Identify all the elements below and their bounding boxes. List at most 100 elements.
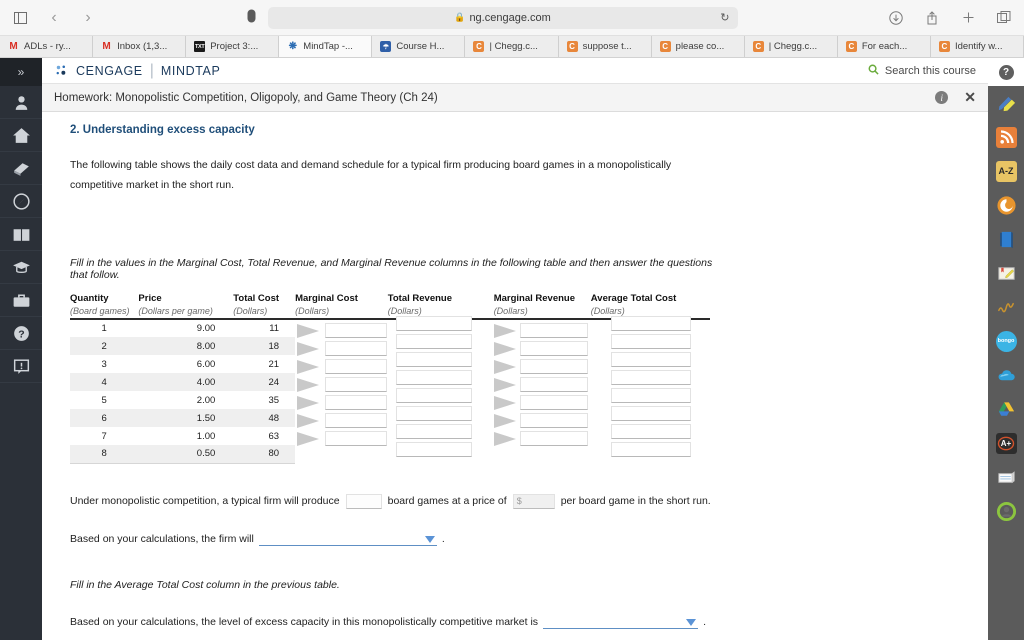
tab-label: Project 3:... <box>210 41 259 52</box>
browser-tab[interactable]: C Identify w... <box>930 36 1024 57</box>
browser-tab[interactable]: ☂ Course H... <box>372 36 466 57</box>
tool-account[interactable] <box>988 494 1024 528</box>
info-icon[interactable]: i <box>935 91 949 105</box>
marginal-cost-column <box>295 319 388 463</box>
total-revenue-input[interactable] <box>395 442 472 458</box>
sidebar-icon[interactable] <box>10 8 30 28</box>
tab-label: For each... <box>861 41 908 52</box>
help-button[interactable]: ? <box>988 58 1024 86</box>
tab-label: | Chegg.c... <box>768 41 818 52</box>
marginal-cost-input[interactable] <box>325 323 388 339</box>
browser-tab[interactable]: TXT Project 3:... <box>186 36 280 57</box>
marginal-cost-input[interactable] <box>325 359 388 375</box>
tool-aplus[interactable]: A+ <box>988 426 1024 460</box>
marginal-revenue-input[interactable] <box>519 395 588 411</box>
tool-blue-book[interactable] <box>988 222 1024 256</box>
tool-notes[interactable] <box>988 256 1024 290</box>
browser-tab[interactable]: M Inbox (1,3... <box>93 36 187 57</box>
cell-quantity: 3 <box>101 358 107 370</box>
browser-tab[interactable]: C For each... <box>837 36 931 57</box>
marginal-cost-input[interactable] <box>325 377 388 393</box>
marginal-revenue-input[interactable] <box>519 377 588 393</box>
col-title: Quantity <box>70 293 109 305</box>
cengage-brand[interactable]: CENGAGE | MINDTAP <box>54 62 220 80</box>
sidebar-item-help[interactable]: ? <box>0 317 42 350</box>
browser-tab[interactable]: C please co... <box>651 36 745 57</box>
total-revenue-input[interactable] <box>395 388 472 404</box>
sidebar-item-profile[interactable] <box>0 86 42 119</box>
average-total-cost-input[interactable] <box>610 424 691 440</box>
marginal-cost-input[interactable] <box>325 341 388 357</box>
browser-tab[interactable]: C | Chegg.c... <box>744 36 838 57</box>
forward-icon[interactable]: › <box>78 8 98 28</box>
tool-bongo[interactable]: bongo <box>988 324 1024 358</box>
average-total-cost-input[interactable] <box>610 334 691 350</box>
average-total-cost-input[interactable] <box>610 442 691 458</box>
total-revenue-input[interactable] <box>395 370 472 386</box>
tool-rss[interactable] <box>988 120 1024 154</box>
average-total-cost-input[interactable] <box>610 388 691 404</box>
mindtap-icon: ❋ <box>288 41 297 52</box>
cell-total-cost: 63 <box>268 430 280 442</box>
sentence-text: . <box>441 532 445 545</box>
search-course-button[interactable]: Search this course <box>868 64 976 78</box>
tool-flashcards[interactable] <box>988 460 1024 494</box>
tool-orange-app[interactable] <box>988 188 1024 222</box>
marginal-revenue-input[interactable] <box>519 359 588 375</box>
browser-tab-active[interactable]: ❋ MindTap -... <box>279 36 373 57</box>
tabs-overview-icon[interactable] <box>994 8 1014 28</box>
average-total-cost-input[interactable] <box>610 370 691 386</box>
marginal-cost-input[interactable] <box>325 431 388 447</box>
price-answer-input[interactable]: $ <box>512 493 555 509</box>
tool-google-drive[interactable] <box>988 392 1024 426</box>
marginal-cost-input[interactable] <box>325 395 388 411</box>
marginal-revenue-input[interactable] <box>519 413 588 429</box>
sidebar-item-career[interactable] <box>0 284 42 317</box>
back-icon[interactable]: ‹ <box>44 8 64 28</box>
average-total-cost-input[interactable] <box>610 406 691 422</box>
firm-will-dropdown[interactable] <box>258 532 437 546</box>
sidebar-item-grades[interactable] <box>0 251 42 284</box>
marginal-arrow-icon <box>493 360 516 375</box>
cell-quantity: 1 <box>101 323 107 335</box>
close-icon[interactable]: ✕ <box>964 89 976 106</box>
tool-signature[interactable] <box>988 290 1024 324</box>
reload-icon[interactable]: ↻ <box>720 11 729 24</box>
sidebar-item-feedback[interactable] <box>0 350 42 383</box>
marginal-revenue-input[interactable] <box>519 323 588 339</box>
average-total-cost-input[interactable] <box>610 316 691 332</box>
sidebar-item-explore[interactable] <box>0 185 42 218</box>
notes-pencil-icon <box>997 266 1015 280</box>
total-revenue-input[interactable] <box>395 316 472 332</box>
total-revenue-input[interactable] <box>395 406 472 422</box>
total-revenue-input[interactable] <box>395 424 472 440</box>
chevron-double-right-icon[interactable]: » <box>0 58 42 86</box>
sidebar-item-ebook[interactable] <box>0 152 42 185</box>
marginal-cost-input[interactable] <box>325 413 388 429</box>
browser-tab[interactable]: M ADLs - ry... <box>0 36 94 57</box>
marginal-arrow-icon <box>297 378 320 393</box>
browser-tab[interactable]: C suppose t... <box>558 36 652 57</box>
total-revenue-input[interactable] <box>395 352 472 368</box>
sidebar-item-readings[interactable] <box>0 218 42 251</box>
tab-bar: M ADLs - ry... M Inbox (1,3... TXT Proje… <box>0 36 1024 58</box>
sidebar-item-home[interactable] <box>0 119 42 152</box>
coursehero-icon: ☂ <box>380 41 392 52</box>
reader-view-icon[interactable] <box>247 9 256 26</box>
marginal-revenue-input[interactable] <box>519 431 588 447</box>
address-bar[interactable]: 🔒 ng.cengage.com ↻ <box>267 6 738 29</box>
col-unit: (Dollars) <box>590 306 625 317</box>
share-icon[interactable] <box>922 8 942 28</box>
quantity-answer-input[interactable] <box>345 493 382 509</box>
browser-tab[interactable]: C | Chegg.c... <box>465 36 559 57</box>
tool-glossary[interactable]: A-Z <box>988 154 1024 188</box>
tool-onedrive[interactable] <box>988 358 1024 392</box>
average-total-cost-input[interactable] <box>610 352 691 368</box>
total-revenue-input[interactable] <box>395 334 472 350</box>
brand-separator: | <box>149 61 154 79</box>
excess-capacity-dropdown[interactable] <box>543 615 699 629</box>
marginal-revenue-input[interactable] <box>519 341 588 357</box>
downloads-icon[interactable] <box>886 8 906 28</box>
plus-icon[interactable] <box>958 8 978 28</box>
tool-highlighter[interactable] <box>988 86 1024 120</box>
